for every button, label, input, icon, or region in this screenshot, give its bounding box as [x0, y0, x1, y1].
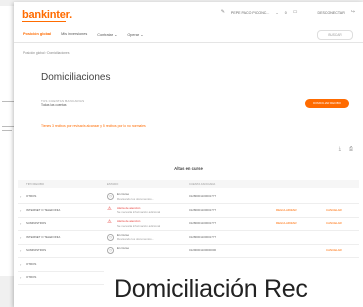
chevron-right-icon[interactable]: › — [20, 208, 21, 213]
row-status-detail: Se necesita información adicional — [117, 223, 161, 228]
table-row[interactable]: › SUMINISTROS ◷ En Curso 01290001100000000 CA… — [18, 244, 359, 258]
row-account: 01280001100001777 — [189, 207, 217, 212]
page-title: Domiciliaciones — [41, 72, 111, 83]
table-row[interactable]: › INTERNET O TELEFONIA ⚠ Alerta de atención… — [18, 204, 359, 218]
row-account: 01280001100001777 — [189, 234, 217, 239]
col-tipo-recibo: TIPO RECIBO — [26, 182, 45, 186]
row-status: Alerta de atención — [117, 205, 141, 210]
caption-text: Domiciliación Rec — [114, 275, 308, 303]
browser-window: bankinter. ✎ PEPE PACO PICONC... ⌄ 0 ▭ D… — [14, 2, 363, 307]
row-type: OTROS — [26, 261, 37, 266]
row-type: INTERNET O TELEFONIA — [26, 207, 61, 212]
domiciliar-recibo-button[interactable]: DOMICILIAR RECIBO — [305, 99, 349, 108]
row-status: En Curso — [117, 192, 130, 196]
print-icon[interactable]: ⎙ — [349, 147, 353, 152]
cancelar-link[interactable]: CANCELAR — [326, 248, 342, 252]
table-header: TIPO RECIBO ESTADO CUENTA ASOCIADA — [18, 180, 359, 188]
clock-icon: ◷ — [107, 247, 114, 254]
row-account: 01290001100000000 — [189, 248, 217, 252]
bankinter-logo[interactable]: bankinter. — [22, 9, 72, 21]
chevron-right-icon[interactable]: › — [20, 262, 21, 267]
row-status-detail: Se necesita información adicional — [117, 210, 161, 214]
regularizar-link[interactable]: REGULARIZAR — [276, 221, 297, 225]
warning-icon: ⚠ — [107, 205, 112, 212]
clock-icon: ◷ — [107, 233, 114, 241]
table-row[interactable]: › SUMINISTROS ⚠ Alerta de atención Se necesi… — [18, 217, 359, 231]
nav-item-contratar[interactable]: Contratar ⌄ — [97, 32, 117, 37]
row-type: OTROS — [26, 194, 37, 198]
row-status: En Curso — [117, 232, 130, 237]
logout-icon[interactable]: ↪ — [351, 10, 355, 15]
disconnect-link[interactable]: DESCONECTAR — [318, 11, 345, 15]
col-estado: ESTADO — [107, 182, 119, 186]
col-cuenta-asociada: CUENTA ASOCIADA — [189, 182, 216, 186]
row-type: OTROS — [26, 275, 37, 279]
chevron-down-icon[interactable]: ⌄ — [275, 10, 278, 15]
notification-badge[interactable]: 0 — [285, 11, 287, 15]
account-select[interactable]: Todas las cuentas — [41, 103, 67, 107]
chat-icon[interactable]: ▭ — [293, 10, 298, 15]
nav-item-operar[interactable]: Operar ⌄ — [127, 32, 143, 37]
chevron-right-icon[interactable]: › — [20, 235, 21, 240]
user-name[interactable]: PEPE PACO PICONC... — [231, 11, 269, 15]
cancelar-link[interactable]: CANCELAR — [326, 221, 342, 225]
table-tools: ⤓ ⎙ — [339, 147, 353, 152]
breadcrumb[interactable]: Posición global › Domiciliaciones — [23, 51, 69, 55]
notice-text[interactable]: Tienes 3 recibos por revisar/a alcanzar … — [41, 124, 146, 128]
row-status: Alerta de atención — [117, 219, 141, 223]
main-nav: Posición global Mis inversiones Contrata… — [14, 28, 363, 43]
row-status: En Curso — [117, 246, 130, 250]
clock-icon: ◷ — [107, 193, 114, 200]
search-button[interactable]: BUSCAR — [317, 30, 353, 40]
chevron-right-icon[interactable]: › — [20, 194, 21, 199]
table-row[interactable]: › OTROS ◷ En Curso Revisando los documentos.… — [18, 190, 359, 204]
table-row[interactable]: › INTERNET O TELEFONIA ◷ En Curso Revisando … — [18, 231, 359, 245]
row-status-detail: Revisando los documentos... — [117, 196, 155, 201]
regularizar-link[interactable]: REGULARIZAR — [276, 208, 297, 212]
logo-underline — [22, 21, 66, 22]
row-account: 01280001100001777 — [189, 194, 217, 198]
row-account: 01280001100001777 — [189, 221, 217, 225]
section-title: Altas en curse — [174, 166, 203, 171]
chevron-right-icon[interactable]: › — [20, 275, 21, 280]
chevron-right-icon[interactable]: › — [20, 248, 21, 253]
nav-item-mis-inversiones[interactable]: Mis inversiones — [61, 32, 87, 37]
nav-label: Contratar — [97, 33, 114, 37]
header: bankinter. ✎ PEPE PACO PICONC... ⌄ 0 ▭ D… — [14, 2, 363, 24]
nav-label: Operar — [127, 33, 140, 37]
chevron-right-icon[interactable]: › — [20, 221, 21, 226]
row-type: SUMINISTROS — [26, 221, 47, 225]
row-type: SUMINISTROS — [26, 248, 47, 252]
warning-icon: ⚠ — [107, 219, 112, 225]
row-status-detail: Revisando los documentos... — [117, 237, 155, 241]
row-type: INTERNET O TELEFONIA — [26, 234, 61, 239]
user-area: ✎ PEPE PACO PICONC... ⌄ 0 ▭ DESCONECTAR … — [221, 10, 355, 15]
nav-item-posicion-global[interactable]: Posición global — [23, 32, 51, 37]
cancelar-link[interactable]: CANCELAR — [326, 208, 342, 212]
pencil-icon[interactable]: ✎ — [221, 10, 225, 15]
download-icon[interactable]: ⤓ — [339, 147, 341, 152]
